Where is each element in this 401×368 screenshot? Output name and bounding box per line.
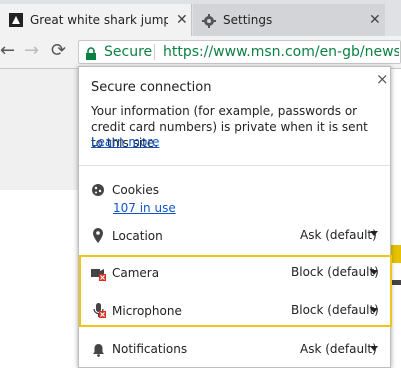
- back-icon[interactable]: ←: [0, 42, 15, 60]
- cookies-in-use-link[interactable]: 107 in use: [113, 201, 176, 215]
- tab-settings[interactable]: Settings ✕: [193, 4, 385, 36]
- microphone-blocked-icon: [93, 303, 107, 319]
- bell-icon: [92, 342, 105, 357]
- tab-active[interactable]: Great white shark jumps ✕: [0, 4, 192, 36]
- forward-icon[interactable]: →: [24, 42, 39, 60]
- cookie-icon: [91, 182, 105, 196]
- tab-close-icon[interactable]: ✕: [176, 12, 188, 28]
- popup-title: Secure connection: [91, 80, 212, 95]
- secure-label[interactable]: Secure: [104, 44, 152, 60]
- close-icon[interactable]: ×: [376, 70, 389, 88]
- reload-icon[interactable]: ⟳: [51, 42, 66, 60]
- camera-dropdown[interactable]: Block (default): [291, 265, 379, 279]
- notifications-dropdown[interactable]: Ask (default): [300, 342, 377, 356]
- chevron-down-icon[interactable]: [370, 270, 378, 275]
- omnibox-divider: [154, 44, 155, 60]
- divider: [79, 165, 390, 166]
- page-accent: [391, 280, 401, 285]
- page-background: [0, 69, 78, 190]
- tab-title: Settings: [223, 13, 273, 27]
- notifications-label: Notifications: [112, 342, 188, 356]
- chevron-down-icon[interactable]: [370, 231, 378, 236]
- location-label: Location: [112, 229, 163, 243]
- camera-blocked-icon: [91, 266, 107, 281]
- page-favicon-icon: [9, 13, 23, 27]
- lock-icon[interactable]: [86, 45, 96, 60]
- chevron-down-icon[interactable]: [370, 346, 378, 351]
- location-dropdown[interactable]: Ask (default): [300, 228, 377, 242]
- url-text[interactable]: https://www.msn.com/en-gb/news/off: [163, 44, 399, 60]
- location-pin-icon: [92, 228, 104, 243]
- tab-close-icon[interactable]: ✕: [369, 12, 381, 28]
- camera-label: Camera: [112, 266, 160, 280]
- page-accent: [391, 245, 401, 263]
- gear-icon: [202, 13, 216, 28]
- learn-more-link[interactable]: Learn more: [91, 135, 159, 149]
- cookies-label: Cookies: [112, 183, 159, 197]
- tab-title: Great white shark jumps: [30, 13, 168, 27]
- chevron-down-icon[interactable]: [370, 308, 378, 313]
- microphone-dropdown[interactable]: Block (default): [291, 303, 379, 317]
- microphone-label: Microphone: [112, 304, 182, 318]
